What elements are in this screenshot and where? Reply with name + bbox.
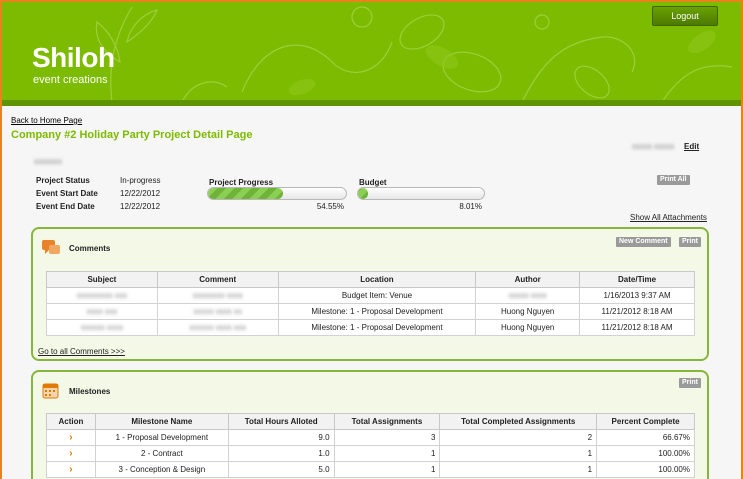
col-percent: Percent Complete <box>596 413 695 430</box>
comment-location: Budget Item: Venue <box>277 287 477 304</box>
redacted-subject: xxxx xxx <box>46 303 158 320</box>
edit-link[interactable]: Edit <box>684 142 699 151</box>
col-datetime: Date/Time <box>579 271 695 288</box>
table-row[interactable]: xxxxxx xxxx xxxxxx xxxx xxx Milestone: 1… <box>46 319 695 336</box>
table-row: › 3 - Conception & Design 5.0 1 1 100.00… <box>46 461 695 478</box>
comments-title: Comments <box>69 244 111 253</box>
milestone-hours: 9.0 <box>227 429 335 446</box>
logo-tagline: event creations <box>33 74 108 86</box>
expand-chevron-icon[interactable]: › <box>69 432 72 443</box>
calendar-icon <box>42 383 59 399</box>
milestone-percent: 66.67% <box>596 429 695 446</box>
event-end-value: 12/22/2012 <box>120 202 161 211</box>
milestone-hours: 5.0 <box>227 461 335 478</box>
logout-button[interactable]: Logout <box>652 6 718 26</box>
comment-author: Huong Nguyen <box>475 303 581 320</box>
budget-percent: 8.01% <box>459 202 482 211</box>
project-status-value: In-progress <box>120 176 161 185</box>
show-attachments-link[interactable]: Show All Attachments <box>630 213 707 222</box>
comment-location: Milestone: 1 - Proposal Development <box>277 303 477 320</box>
table-row[interactable]: xxxx xxx xxxxx xxxx xx Milestone: 1 - Pr… <box>46 303 695 320</box>
comment-author: Huong Nguyen <box>475 319 581 336</box>
milestone-assignments: 3 <box>333 429 441 446</box>
table-row: › 2 - Contract 1.0 1 1 100.00% <box>46 445 695 462</box>
milestone-percent: 100.00% <box>596 445 695 462</box>
print-all-button[interactable]: Print All <box>657 175 690 185</box>
expand-chevron-icon[interactable]: › <box>69 464 72 475</box>
budget-label: Budget <box>359 178 387 187</box>
expand-chevron-icon[interactable]: › <box>69 448 72 459</box>
col-comment: Comment <box>156 271 279 288</box>
project-progress-bar <box>207 187 347 200</box>
goto-all-comments-link[interactable]: Go to all Comments >>> <box>38 347 125 356</box>
redacted-subject: xxxxxx xxxx <box>46 319 158 336</box>
col-action: Action <box>46 413 96 430</box>
comment-location: Milestone: 1 - Proposal Development <box>277 319 477 336</box>
redacted-author: xxxxx xxxx <box>475 287 581 304</box>
col-location: Location <box>277 271 477 288</box>
col-hours: Total Hours Alloted <box>227 413 335 430</box>
col-author: Author <box>475 271 581 288</box>
comments-table: Subject Comment Location Author Date/Tim… <box>46 271 695 336</box>
comments-print-button[interactable]: Print <box>679 237 701 247</box>
milestone-name: 3 - Conception & Design <box>94 461 229 478</box>
milestone-hours: 1.0 <box>227 445 335 462</box>
comments-icon <box>42 240 60 254</box>
table-row: › 1 - Proposal Development 9.0 3 2 66.67… <box>46 429 695 446</box>
comment-datetime: 11/21/2012 8:18 AM <box>579 319 695 336</box>
redacted-comment: xxxxx xxxx xx <box>156 303 279 320</box>
milestones-header-row: Action Milestone Name Total Hours Allote… <box>46 413 695 430</box>
redacted-subject: xxxxxxxxx xxx <box>46 287 158 304</box>
milestone-percent: 100.00% <box>596 461 695 478</box>
milestone-name: 2 - Contract <box>94 445 229 462</box>
comment-datetime: 1/16/2013 9:37 AM <box>579 287 695 304</box>
redacted-comment: xxxxxx xxxx xxx <box>156 319 279 336</box>
milestone-assignments: 1 <box>333 461 441 478</box>
milestones-table: Action Milestone Name Total Hours Allote… <box>46 413 695 478</box>
milestone-name: 1 - Proposal Development <box>94 429 229 446</box>
page-frame: Shiloh event creations Logout Back to Ho… <box>2 2 741 479</box>
budget-fill <box>358 188 369 199</box>
event-start-label: Event Start Date <box>36 189 98 198</box>
budget-bar <box>357 187 485 200</box>
event-end-label: Event End Date <box>36 202 95 211</box>
project-status-label: Project Status <box>36 176 90 185</box>
milestones-print-button[interactable]: Print <box>679 378 701 388</box>
milestone-assignments: 1 <box>333 445 441 462</box>
new-comment-button[interactable]: New Comment <box>616 237 671 247</box>
col-assignments: Total Assignments <box>333 413 441 430</box>
redacted-user: xxxxx xxxxx <box>632 142 675 151</box>
site-header: Shiloh event creations Logout <box>2 2 741 106</box>
milestone-completed: 1 <box>439 445 598 462</box>
col-subject: Subject <box>46 271 158 288</box>
col-completed: Total Completed Assignments <box>439 413 598 430</box>
table-row[interactable]: xxxxxxxxx xxx xxxxxxxx xxxx Budget Item:… <box>46 287 695 304</box>
project-progress-fill <box>208 188 284 199</box>
milestones-title: Milestones <box>69 387 111 396</box>
page-title: Company #2 Holiday Party Project Detail … <box>11 129 253 141</box>
header-strip <box>2 100 741 106</box>
milestone-completed: 1 <box>439 461 598 478</box>
back-to-home-link[interactable]: Back to Home Page <box>11 116 82 125</box>
comment-datetime: 11/21/2012 8:18 AM <box>579 303 695 320</box>
redacted-name: xxxxxxx <box>34 157 62 166</box>
milestone-completed: 2 <box>439 429 598 446</box>
redacted-comment: xxxxxxxx xxxx <box>156 287 279 304</box>
col-milestone-name: Milestone Name <box>94 413 229 430</box>
logo-text: Shiloh <box>32 42 115 73</box>
project-progress-label: Project Progress <box>209 178 274 187</box>
project-progress-percent: 54.55% <box>316 202 344 211</box>
event-start-value: 12/22/2012 <box>120 189 161 198</box>
comments-header-row: Subject Comment Location Author Date/Tim… <box>46 271 695 288</box>
